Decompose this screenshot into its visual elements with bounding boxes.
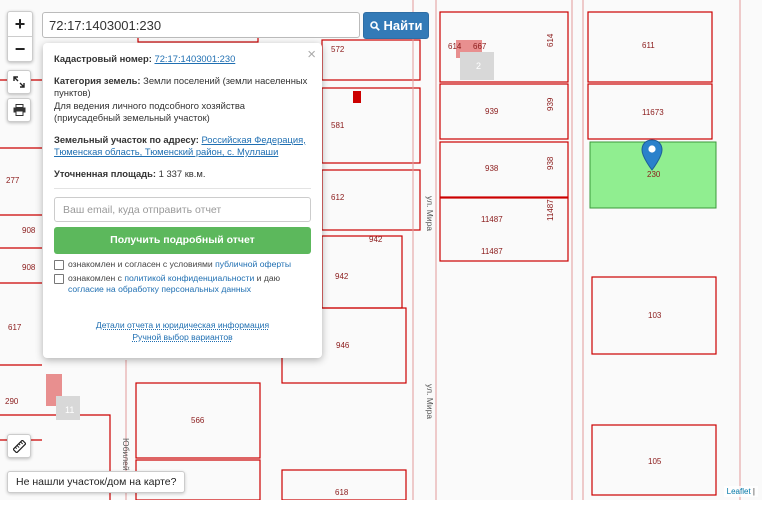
parcel-label: 939 (546, 97, 555, 111)
parcel-label: 612 (331, 193, 345, 202)
consent-privacy-label: ознакомлен с (68, 272, 122, 283)
personal-data-link[interactable]: согласие на обработку персональных данны… (68, 284, 251, 294)
find-button[interactable]: Найти (363, 12, 429, 39)
printer-icon (13, 104, 25, 116)
expand-icon (13, 76, 25, 88)
category-row: Категория земель: Земли поселений (земли… (54, 75, 311, 125)
consent-privacy-text: ознакомлен с политикой конфиденциальност… (68, 273, 311, 296)
search-box (42, 12, 371, 38)
parcel-label: ул. Мира (425, 384, 435, 419)
manual-selection-link[interactable]: Ручной выбор вариантов (132, 331, 232, 343)
parcel-label: 2 (476, 61, 481, 71)
parcel-label: 938 (485, 164, 499, 173)
ruler-icon (12, 439, 26, 453)
fullscreen-button[interactable] (7, 70, 31, 94)
cadastral-link[interactable]: 72:17:1403001:230 (154, 53, 235, 64)
parcel-label: 290 (5, 397, 19, 406)
parcel-label: 908 (22, 263, 36, 272)
consent-offer-label: ознакомлен и согласен с условиями (68, 259, 213, 269)
ruler-button[interactable] (7, 434, 31, 458)
parcel-label: 908 (22, 226, 36, 235)
offer-link[interactable]: публичной оферты (215, 259, 291, 269)
zoom-control: + − (7, 11, 33, 62)
email-field[interactable] (54, 197, 311, 222)
parcel-label: 11673 (642, 108, 664, 117)
leaflet-link[interactable]: Leaflet (727, 487, 751, 496)
parcel-label: 614 (448, 42, 462, 51)
area-value: 1 337 кв.м. (158, 167, 206, 179)
parcel-label: 11487 (481, 215, 503, 224)
search-icon (369, 20, 380, 31)
print-button[interactable] (7, 98, 31, 122)
parcel-label: 667 (473, 42, 487, 51)
parcel-label: 581 (331, 121, 345, 130)
address-row: Земельный участок по адресу: Российская … (54, 134, 311, 159)
parcel-popup: × Кадастровый номер: 72:17:1403001:230 К… (43, 43, 322, 358)
parcel-label: 572 (331, 45, 345, 54)
offer-checkbox[interactable] (54, 260, 64, 270)
parcel-label: 11487 (481, 247, 503, 256)
map-attribution: Leaflet | (723, 486, 758, 497)
details-link[interactable]: Детали отчета и юридическая информация (96, 319, 269, 331)
parcel-label: 618 (335, 488, 349, 497)
parcel-label: 614 (546, 33, 555, 47)
category-label: Категория земель: (54, 74, 141, 86)
privacy-policy-link[interactable]: политикой конфиденциальности (124, 273, 254, 283)
parcel-label: 230 (647, 170, 661, 179)
address-label: Земельный участок по адресу: (54, 133, 199, 145)
get-report-button[interactable]: Получить подробный отчет (54, 227, 311, 254)
cadastral-label: Кадастровый номер: (54, 53, 152, 64)
parcel-label: 105 (648, 457, 662, 466)
privacy-checkbox[interactable] (54, 273, 64, 284)
zoom-in-button[interactable]: + (8, 12, 32, 36)
parcel-label: 946 (336, 341, 350, 350)
search-input[interactable] (43, 13, 371, 37)
parcel-label: 617 (8, 323, 22, 332)
find-button-label: Найти (383, 18, 423, 33)
consent-offer-text: ознакомлен и согласен с условиями публич… (68, 259, 291, 271)
close-icon[interactable]: × (307, 47, 316, 62)
attribution-separator: | (752, 487, 755, 496)
cadastral-row: Кадастровый номер: 72:17:1403001:230 (54, 53, 311, 66)
usage-value: Для ведения личного подсобного хозяйства… (54, 99, 245, 124)
parcel-label: 942 (369, 235, 383, 244)
parcel-label: 938 (546, 156, 555, 170)
parcel-label: 611 (642, 41, 655, 50)
consent-offer-row: ознакомлен и согласен с условиями публич… (54, 259, 311, 271)
parcel-label: 11 (65, 405, 74, 415)
parcel-label: 942 (335, 272, 349, 281)
parcel-label: 566 (191, 416, 205, 425)
parcel-label: 277 (6, 176, 20, 185)
area-label: Уточненная площадь: (54, 167, 157, 179)
zoom-out-button[interactable]: − (8, 36, 32, 61)
divider (54, 188, 311, 189)
parcel-label: ул. Мира (425, 196, 435, 231)
consent-privacy-row: ознакомлен с политикой конфиденциальност… (54, 273, 311, 296)
parcel-label: 939 (485, 107, 499, 116)
parcel-label: 103 (648, 311, 662, 320)
not-found-button[interactable]: Не нашли участок/дом на карте? (7, 471, 186, 493)
parcel-label: 11487 (546, 199, 555, 221)
building-shape (353, 91, 361, 103)
consent-privacy-mid: и даю (256, 272, 281, 283)
popup-links: Детали отчета и юридическая информация Р… (54, 319, 311, 343)
area-row: Уточненная площадь: 1 337 кв.м. (54, 168, 311, 181)
